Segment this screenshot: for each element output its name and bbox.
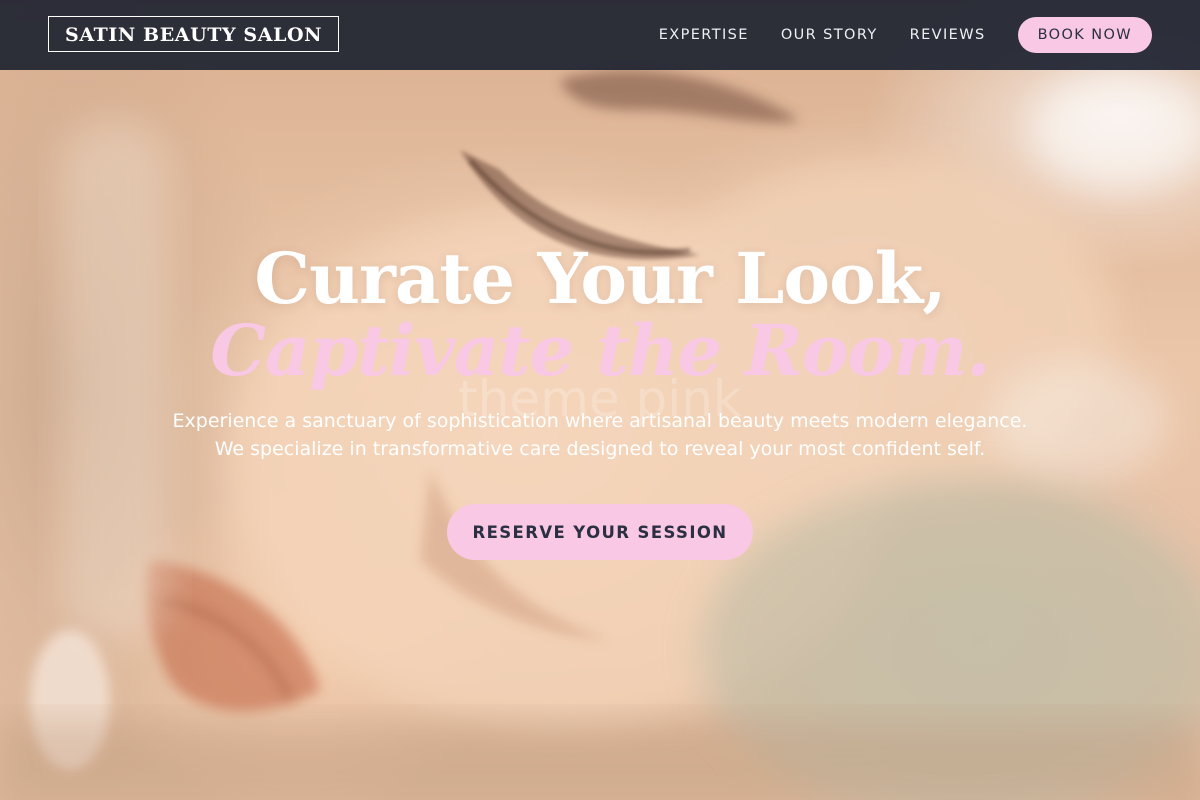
nav-link-our-story[interactable]: OUR STORY bbox=[781, 27, 878, 43]
book-now-button[interactable]: BOOK NOW bbox=[1017, 17, 1152, 53]
nav-link-expertise[interactable]: EXPERTISE bbox=[659, 27, 749, 43]
hero-subtext-line1: Experience a sanctuary of sophistication… bbox=[172, 410, 1028, 432]
hero-subtext-line2: We specialize in transformative care des… bbox=[214, 438, 986, 460]
top-navbar: SATIN BEAUTY SALON EXPERTISE OUR STORY R… bbox=[0, 0, 1200, 70]
nav-link-reviews[interactable]: REVIEWS bbox=[910, 27, 986, 43]
nav-links: EXPERTISE OUR STORY REVIEWS BOOK NOW bbox=[659, 17, 1152, 53]
hero-headline-line2: Captivate the Room. bbox=[210, 309, 990, 392]
brand-logo[interactable]: SATIN BEAUTY SALON bbox=[48, 16, 340, 52]
hero-subtext: Experience a sanctuary of sophistication… bbox=[150, 407, 1050, 463]
reserve-session-button[interactable]: RESERVE YOUR SESSION bbox=[447, 504, 753, 560]
